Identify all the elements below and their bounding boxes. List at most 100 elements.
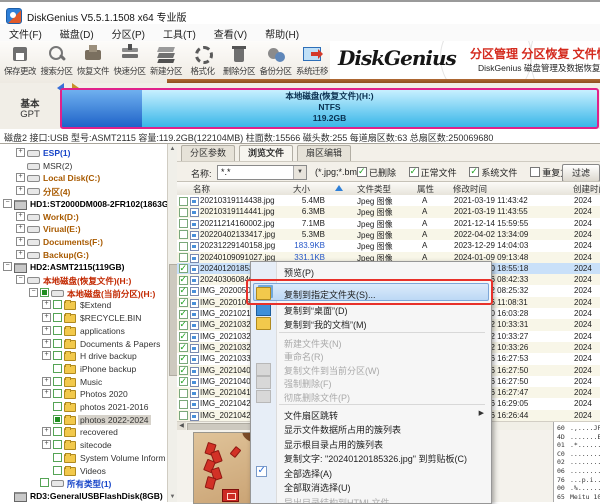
collapse-minus-icon[interactable]: − — [3, 199, 12, 208]
context-menu-item-0[interactable]: 预览(P) — [251, 264, 491, 279]
row-checkbox[interactable] — [179, 411, 188, 420]
filter-checkbox[interactable] — [357, 167, 367, 177]
tree-checkbox[interactable] — [53, 466, 62, 475]
tree-checkbox[interactable] — [53, 377, 62, 386]
expand-plus-icon[interactable]: + — [16, 250, 25, 259]
filter-checkbox[interactable] — [409, 167, 419, 177]
expand-plus-icon[interactable]: + — [16, 224, 25, 233]
tree-checkbox[interactable] — [53, 351, 62, 360]
expand-plus-icon[interactable]: + — [42, 300, 51, 309]
row-checkbox[interactable] — [179, 389, 188, 398]
row-checkbox[interactable] — [179, 298, 188, 307]
expand-plus-icon[interactable]: + — [42, 427, 51, 436]
tab-1[interactable]: 浏览文件 — [239, 145, 293, 162]
expand-plus-icon[interactable]: + — [42, 326, 51, 335]
expand-plus-icon[interactable]: + — [42, 440, 51, 449]
context-menu-item-12[interactable]: 文件扇区跳转▶ — [251, 407, 491, 422]
tree-checkbox[interactable] — [53, 364, 62, 373]
menu-item-0[interactable]: 文件(F) — [0, 24, 51, 41]
collapse-minus-icon[interactable]: − — [3, 262, 12, 271]
toolbar-button-save[interactable]: 保存更改 — [2, 42, 38, 82]
row-checkbox[interactable] — [179, 230, 188, 239]
tree-checkbox[interactable] — [53, 440, 62, 449]
chevron-down-icon[interactable]: ▼ — [293, 166, 306, 179]
tree-checkbox[interactable] — [53, 453, 62, 462]
column-header-1[interactable]: 大小 — [293, 183, 310, 195]
sort-ascending-icon[interactable] — [335, 185, 343, 191]
row-checkbox[interactable] — [179, 219, 188, 228]
toolbar-button-migrate[interactable]: 系统迁移 — [294, 42, 330, 82]
menu-item-1[interactable]: 磁盘(D) — [51, 24, 103, 41]
row-checkbox[interactable] — [179, 377, 188, 386]
menu-item-2[interactable]: 分区(P) — [103, 24, 154, 41]
table-row[interactable]: 20220402133417.jpg5.3MBJpeg 图像A2022-04-0… — [177, 229, 600, 240]
scroll-left-icon[interactable]: ◀ — [177, 422, 186, 430]
tree-checkbox[interactable] — [53, 415, 62, 424]
context-menu-item-14[interactable]: 显示根目录占用的簇列表 — [251, 436, 491, 451]
table-row[interactable]: 20231229140158.jpg183.9KBJpeg 图像A2023-12… — [177, 240, 600, 251]
tree-checkbox[interactable] — [53, 389, 62, 398]
row-checkbox[interactable] — [179, 264, 188, 273]
toolbar-button-search[interactable]: 搜索分区 — [39, 42, 75, 82]
toolbar-button-quick[interactable]: 快速分区 — [112, 42, 148, 82]
context-menu-item-13[interactable]: 显示文件数据所占用的簇列表 — [251, 421, 491, 436]
tree-checkbox[interactable] — [53, 402, 62, 411]
partition-bar[interactable]: 本地磁盘(恢复文件)(H:) NTFS 119.2GB — [60, 88, 599, 129]
toolbar-button-format[interactable]: 格式化 — [185, 42, 221, 82]
toolbar-button-recover[interactable]: 恢复文件 — [75, 42, 111, 82]
tree-checkbox[interactable] — [40, 288, 49, 297]
tree-checkbox[interactable] — [53, 427, 62, 436]
filter-pattern-combobox[interactable]: *.* ▼ — [217, 165, 307, 180]
table-row[interactable]: 20211214160002.jpg7.1MBJpeg 图像A2021-12-1… — [177, 218, 600, 229]
row-checkbox[interactable] — [179, 366, 188, 375]
tree-checkbox[interactable] — [53, 326, 62, 335]
row-checkbox[interactable] — [179, 321, 188, 330]
tab-2[interactable]: 扇区编辑 — [297, 145, 351, 161]
filter-checkbox[interactable] — [469, 167, 479, 177]
context-menu-item-2[interactable]: 复制到指定文件夹(S)... — [251, 283, 491, 302]
column-header-5[interactable]: 创建时间 — [573, 183, 600, 195]
context-menu-item-4[interactable]: 复制到“我的文档”(M) — [251, 316, 491, 331]
tree-checkbox[interactable] — [53, 339, 62, 348]
expand-plus-icon[interactable]: + — [42, 377, 51, 386]
toolbar-button-delete[interactable]: 删除分区 — [221, 42, 257, 82]
row-checkbox[interactable] — [179, 310, 188, 319]
tab-0[interactable]: 分区参数 — [181, 145, 235, 161]
collapse-minus-icon[interactable]: − — [16, 275, 25, 284]
row-checkbox[interactable] — [179, 242, 188, 251]
menu-item-5[interactable]: 帮助(H) — [256, 24, 308, 41]
context-menu-item-17[interactable]: 全部取消选择(U) — [251, 479, 491, 494]
toolbar-button-new[interactable]: 新建分区 — [148, 42, 184, 82]
expand-plus-icon[interactable]: + — [16, 148, 25, 157]
scroll-up-icon[interactable]: ▲ — [169, 145, 176, 153]
row-checkbox[interactable] — [179, 400, 188, 409]
toolbar-button-backup[interactable]: 备份分区 — [258, 42, 294, 82]
menu-item-4[interactable]: 查看(V) — [205, 24, 256, 41]
table-row[interactable]: 20210319114441.jpg6.3MBJpeg 图像A2021-03-1… — [177, 206, 600, 217]
expand-plus-icon[interactable]: + — [16, 212, 25, 221]
expand-plus-icon[interactable]: + — [42, 313, 51, 322]
context-menu-item-15[interactable]: 复制文字: "20240120185326.jpg" 到剪贴板(C) — [251, 450, 491, 465]
tree-checkbox[interactable] — [40, 478, 49, 487]
tree-scrollbar[interactable]: ▲ ▼ — [167, 144, 177, 502]
row-checkbox[interactable] — [179, 343, 188, 352]
column-header-3[interactable]: 属性 — [417, 183, 434, 195]
expand-plus-icon[interactable]: + — [16, 186, 25, 195]
menu-item-3[interactable]: 工具(T) — [154, 24, 205, 41]
expand-plus-icon[interactable]: + — [16, 173, 25, 182]
context-menu-item-16[interactable]: 全部选择(A) — [251, 465, 491, 480]
column-header-4[interactable]: 修改时间 — [453, 183, 487, 195]
row-checkbox[interactable] — [179, 276, 188, 285]
row-checkbox[interactable] — [179, 332, 188, 341]
filter-button[interactable]: 过滤 — [562, 164, 600, 182]
tree-checkbox[interactable] — [53, 300, 62, 309]
row-checkbox[interactable] — [179, 253, 188, 262]
column-header-0[interactable]: 名称 — [193, 183, 210, 195]
tree-checkbox[interactable] — [53, 313, 62, 322]
expand-plus-icon[interactable]: + — [42, 351, 51, 360]
expand-plus-icon[interactable]: + — [16, 237, 25, 246]
row-checkbox[interactable] — [179, 355, 188, 364]
row-checkbox[interactable] — [179, 208, 188, 217]
column-header-2[interactable]: 文件类型 — [357, 183, 391, 195]
context-menu-item-3[interactable]: 复制到“桌面”(D) — [251, 302, 491, 317]
